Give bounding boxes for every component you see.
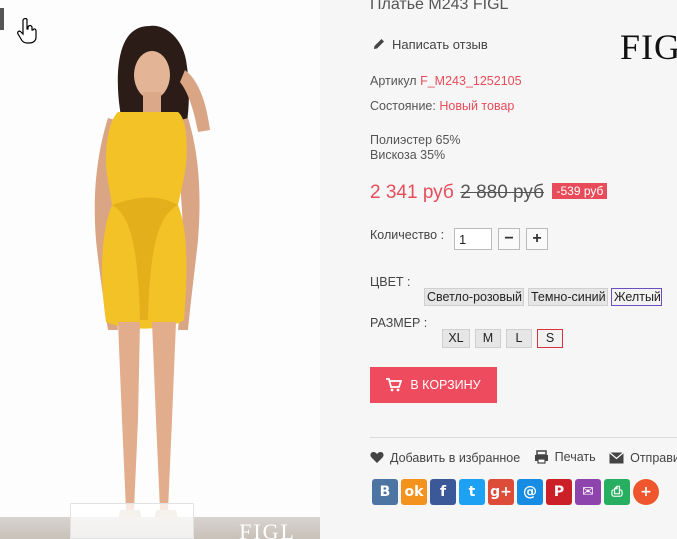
quantity-increase-button[interactable]: + [526, 228, 548, 250]
add-to-favorites-link[interactable]: Добавить в избранное [370, 451, 520, 465]
write-review-link[interactable]: Написать отзыв [372, 37, 488, 52]
brand-logo[interactable]: FIGL [620, 26, 677, 68]
share-buttons: Вok f t g+ @ P ✉ ⎙ + [372, 479, 659, 505]
mail-ru-icon[interactable]: @ [517, 479, 543, 505]
size-option-m[interactable]: M [475, 329, 501, 348]
photo-thumbnail[interactable] [70, 503, 194, 539]
size-option-xl[interactable]: XL [442, 329, 470, 348]
email-icon[interactable]: ✉ [575, 479, 601, 505]
facebook-icon[interactable]: f [430, 479, 456, 505]
price-old: 2 880 руб [460, 182, 545, 203]
google-plus-icon[interactable]: g+ [488, 479, 514, 505]
print-link[interactable]: Печать [534, 450, 596, 464]
sku-row: Артикул F_M243_1252105 [370, 74, 522, 88]
send-link[interactable]: Отправить [609, 451, 677, 465]
product-title: Платье M243 FIGL [370, 0, 509, 13]
add-to-cart-button[interactable]: В КОРЗИНУ [370, 367, 497, 403]
size-label: РАЗМЕР : [370, 316, 428, 330]
vk-icon[interactable]: В [372, 479, 398, 505]
quantity-label: Количество : [370, 228, 445, 242]
composition-line: Полиэстер 65% [370, 133, 461, 147]
color-option-light-pink[interactable]: Светло-розовый [424, 288, 524, 306]
product-actions: Добавить в избранное Печать Отправить [370, 450, 677, 467]
price-current: 2 341 руб [370, 182, 454, 203]
condition-value: Новый товар [439, 99, 515, 113]
pinterest-icon[interactable]: P [546, 479, 572, 505]
pencil-icon [374, 39, 384, 49]
add-to-cart-label: В КОРЗИНУ [410, 378, 481, 392]
price-block: 2 341 руб 2 880 руб -539 руб [370, 182, 608, 204]
envelope-icon [609, 452, 624, 464]
sku-label: Артикул [370, 74, 417, 88]
more-share-icon[interactable]: + [633, 479, 659, 505]
gallery-tab[interactable] [0, 8, 4, 30]
photo-watermark: FIGL [239, 519, 296, 539]
printer-icon [534, 450, 548, 464]
product-photo[interactable]: FIGL [0, 0, 320, 539]
composition-line: Вискоза 35% [370, 148, 446, 162]
color-option-yellow[interactable]: Желтый [611, 288, 662, 306]
print-share-icon[interactable]: ⎙ [604, 479, 630, 505]
condition-label: Состояние: [370, 99, 436, 113]
divider [370, 437, 677, 438]
add-to-favorites-label: Добавить в избранное [390, 450, 521, 465]
dress-model-illustration [94, 25, 210, 522]
odnoklassniki-icon[interactable]: ok [401, 479, 427, 505]
size-option-l[interactable]: L [506, 329, 532, 348]
condition-row: Состояние: Новый товар [370, 99, 514, 113]
cart-icon [386, 378, 403, 392]
product-info-panel: Платье M243 FIGL FIGL Написать отзыв Арт… [320, 0, 677, 539]
print-label: Печать [554, 450, 596, 464]
composition: Полиэстер 65% Вискоза 35% [370, 133, 461, 163]
send-label: Отправить [630, 451, 677, 465]
twitter-icon[interactable]: t [459, 479, 485, 505]
size-option-s[interactable]: S [537, 329, 563, 348]
quantity-decrease-button[interactable]: − [498, 228, 520, 250]
hand-cursor-icon [17, 18, 37, 44]
sku-value: F_M243_1252105 [420, 74, 522, 88]
discount-badge: -539 руб [552, 183, 608, 199]
quantity-input[interactable] [454, 228, 492, 250]
heart-icon [370, 452, 384, 463]
color-option-dark-blue[interactable]: Темно-синий [528, 288, 608, 306]
write-review-label: Написать отзыв [392, 37, 488, 52]
color-label: ЦВЕТ : [370, 275, 411, 289]
